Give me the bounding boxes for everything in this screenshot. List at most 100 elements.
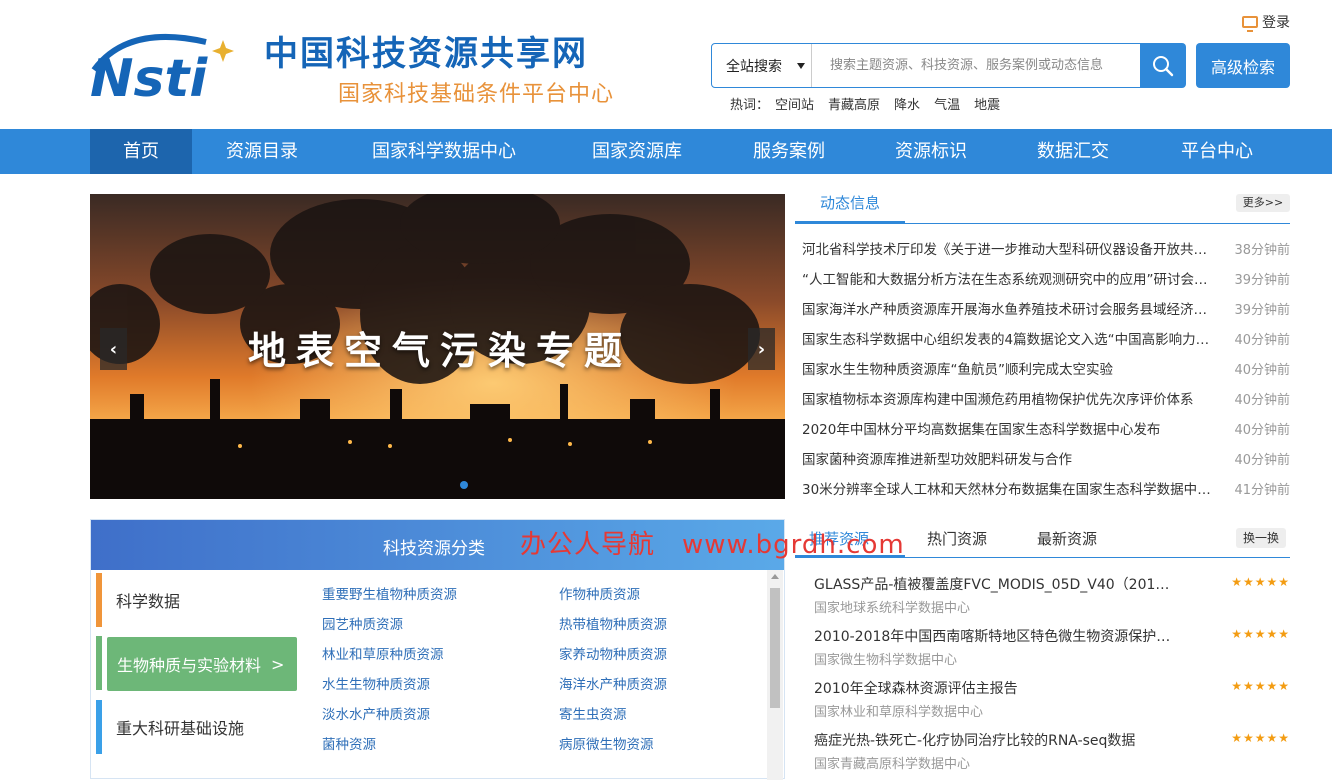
resource-title[interactable]: 2010年全球森林资源评估主报告	[814, 678, 1174, 698]
nav-resource-bank[interactable]: 国家资源库	[572, 129, 702, 174]
search-input[interactable]	[812, 44, 1140, 87]
category-link[interactable]: 重要野生植物种质资源	[322, 583, 457, 603]
banner-carousel[interactable]: 地表空气污染专题 ‹ ›	[90, 194, 785, 499]
search-button[interactable]	[1140, 43, 1186, 88]
nav-science-data-center[interactable]: 国家科学数据中心	[350, 129, 538, 174]
category-research-facilities[interactable]: 重大科研基础设施	[96, 700, 296, 754]
news-item[interactable]: 国家植物标本资源库构建中国濒危药用植物保护优先次序评价体系 40分钟前	[802, 383, 1290, 413]
resource-item[interactable]: 2010年全球森林资源评估主报告 国家林业和草原科学数据中心 ★★★★★	[814, 678, 1290, 730]
news-title[interactable]: 2020年中国林分平均高数据集在国家生态科学数据中心发布	[802, 418, 1212, 438]
banner-next-button[interactable]: ›	[748, 328, 775, 370]
news-time: 40分钟前	[1234, 392, 1290, 408]
news-title[interactable]: 国家海洋水产种质资源库开展海水鱼养殖技术研讨会服务县域经济发展	[802, 298, 1212, 318]
banner-caption: 地表空气污染专题	[248, 329, 633, 373]
nav-platform-center[interactable]: 平台中心	[1162, 129, 1272, 174]
category-title: 科技资源分类	[383, 539, 485, 559]
hotword-link[interactable]: 青藏高原	[828, 94, 880, 113]
news-item[interactable]: 河北省科学技术厅印发《关于进一步推动大型科研仪器设备开放共享的通知》 38分钟前	[802, 233, 1290, 263]
news-title[interactable]: 国家水生生物种质资源库“鱼航员”顺利完成太空实验	[802, 358, 1212, 378]
chevron-right-icon: ›	[757, 338, 766, 360]
scroll-up-icon[interactable]	[771, 574, 779, 579]
category-science-data[interactable]: 科学数据	[96, 573, 296, 627]
category-label: 重大科研基础设施	[116, 719, 245, 738]
tab-popular[interactable]: 热门资源	[927, 528, 987, 549]
news-title[interactable]: 河北省科学技术厅印发《关于进一步推动大型科研仪器设备开放共享的通知》	[802, 238, 1212, 258]
nav-home[interactable]: 首页	[90, 129, 192, 174]
rating-stars: ★★★★★	[1231, 627, 1290, 641]
news-time: 38分钟前	[1234, 242, 1290, 258]
resource-item[interactable]: 2010-2018年中国西南喀斯特地区特色微生物资源保护… 国家微生物科学数据中…	[814, 626, 1290, 678]
news-time: 40分钟前	[1234, 422, 1290, 438]
carousel-indicator[interactable]	[460, 481, 468, 489]
news-time: 40分钟前	[1234, 332, 1290, 348]
category-link[interactable]: 热带植物种质资源	[559, 613, 667, 633]
news-item[interactable]: “人工智能和大数据分析方法在生态系统观测研究中的应用”研讨会召开 39分钟前	[802, 263, 1290, 293]
news-time: 40分钟前	[1234, 452, 1290, 468]
resource-list: GLASS产品-植被覆盖度FVC_MODIS_05D_V40（2016… 国家地…	[814, 574, 1290, 782]
category-link[interactable]: 菌种资源	[322, 733, 376, 753]
news-title[interactable]: 国家生态科学数据中心组织发表的4篇数据论文入选“中国高影响力论文”	[802, 328, 1212, 348]
category-link[interactable]: 家养动物种质资源	[559, 643, 667, 663]
chevron-left-icon: ‹	[109, 338, 118, 360]
login-link[interactable]: 登录	[1242, 12, 1290, 32]
site-subtitle: 国家科技基础条件平台中心	[338, 82, 615, 107]
scrollbar-thumb[interactable]	[770, 588, 780, 708]
news-item[interactable]: 2020年中国林分平均高数据集在国家生态科学数据中心发布 40分钟前	[802, 413, 1290, 443]
resource-title[interactable]: GLASS产品-植被覆盖度FVC_MODIS_05D_V40（2016…	[814, 574, 1174, 594]
nav-resource-catalog[interactable]: 资源目录	[202, 129, 322, 174]
site-logo[interactable]: Nsti	[88, 30, 258, 109]
search-icon	[1153, 55, 1174, 76]
resource-title[interactable]: 癌症光热-铁死亡-化疗协同治疗比较的RNA-seq数据	[814, 730, 1174, 750]
refresh-button[interactable]: 换一换	[1236, 528, 1286, 548]
news-title[interactable]: 国家植物标本资源库构建中国濒危药用植物保护优先次序评价体系	[802, 388, 1212, 408]
category-accent-bar	[96, 636, 102, 690]
news-title[interactable]: “人工智能和大数据分析方法在生态系统观测研究中的应用”研讨会召开	[802, 268, 1212, 288]
news-item[interactable]: 30米分辨率全球人工林和天然林分布数据集在国家生态科学数据中心发布 41分钟前	[802, 473, 1290, 503]
nav-data-submission[interactable]: 数据汇交	[1018, 129, 1128, 174]
main-nav: 首页 资源目录 国家科学数据中心 国家资源库 服务案例 资源标识 数据汇交 平台…	[0, 129, 1332, 174]
resource-source: 国家地球系统科学数据中心	[814, 601, 971, 616]
category-scrollbar[interactable]	[767, 570, 783, 780]
chevron-right-icon: >	[271, 654, 285, 674]
news-title[interactable]: 国家菌种资源库推进新型功效肥料研发与合作	[802, 448, 1212, 468]
news-item[interactable]: 国家水生生物种质资源库“鱼航员”顺利完成太空实验 40分钟前	[802, 353, 1290, 383]
category-label: 科学数据	[116, 592, 181, 611]
search-box: 全站搜索	[711, 43, 1141, 88]
category-accent-bar	[96, 573, 102, 627]
resource-item[interactable]: 癌症光热-铁死亡-化疗协同治疗比较的RNA-seq数据 国家青藏高原科学数据中心…	[814, 730, 1290, 782]
news-item[interactable]: 国家海洋水产种质资源库开展海水鱼养殖技术研讨会服务县域经济发展 39分钟前	[802, 293, 1290, 323]
hotword-link[interactable]: 地震	[974, 94, 1000, 113]
news-more-button[interactable]: 更多>>	[1236, 194, 1290, 212]
hotword-link[interactable]: 空间站	[775, 94, 814, 113]
category-link[interactable]: 林业和草原种质资源	[322, 643, 444, 663]
search-scope-select[interactable]: 全站搜索	[712, 44, 812, 87]
resource-item[interactable]: GLASS产品-植被覆盖度FVC_MODIS_05D_V40（2016… 国家地…	[814, 574, 1290, 626]
category-link[interactable]: 水生生物种质资源	[322, 673, 430, 693]
category-link[interactable]: 作物种质资源	[559, 583, 640, 603]
monitor-icon	[1242, 16, 1258, 32]
nav-service-cases[interactable]: 服务案例	[734, 129, 844, 174]
category-link[interactable]: 园艺种质资源	[322, 613, 403, 633]
tab-news[interactable]: 动态信息	[795, 190, 905, 224]
category-link[interactable]: 海洋水产种质资源	[559, 673, 667, 693]
nav-resource-id[interactable]: 资源标识	[876, 129, 986, 174]
news-header: 动态信息 更多>>	[795, 190, 1290, 224]
category-link[interactable]: 病原微生物资源	[559, 733, 654, 753]
search-scope-label: 全站搜索	[726, 58, 782, 75]
category-link[interactable]: 淡水水产种质资源	[322, 703, 430, 723]
news-list: 河北省科学技术厅印发《关于进一步推动大型科研仪器设备开放共享的通知》38分钟前 …	[802, 233, 1290, 503]
news-time: 40分钟前	[1234, 362, 1290, 378]
news-time: 41分钟前	[1234, 482, 1290, 498]
tab-latest[interactable]: 最新资源	[1037, 528, 1097, 549]
banner-prev-button[interactable]: ‹	[100, 328, 127, 370]
hotword-link[interactable]: 气温	[934, 94, 960, 113]
resource-source: 国家林业和草原科学数据中心	[814, 705, 984, 720]
hotword-link[interactable]: 降水	[894, 94, 920, 113]
news-title[interactable]: 30米分辨率全球人工林和天然林分布数据集在国家生态科学数据中心发布	[802, 478, 1212, 498]
advanced-search-button[interactable]: 高级检索	[1196, 43, 1290, 88]
category-bio-germplasm[interactable]: 生物种质与实验材料 >	[107, 637, 297, 691]
news-item[interactable]: 国家生态科学数据中心组织发表的4篇数据论文入选“中国高影响力论文” 40分钟前	[802, 323, 1290, 353]
resource-title[interactable]: 2010-2018年中国西南喀斯特地区特色微生物资源保护…	[814, 626, 1174, 646]
category-link[interactable]: 寄生虫资源	[559, 703, 627, 723]
news-item[interactable]: 国家菌种资源库推进新型功效肥料研发与合作 40分钟前	[802, 443, 1290, 473]
